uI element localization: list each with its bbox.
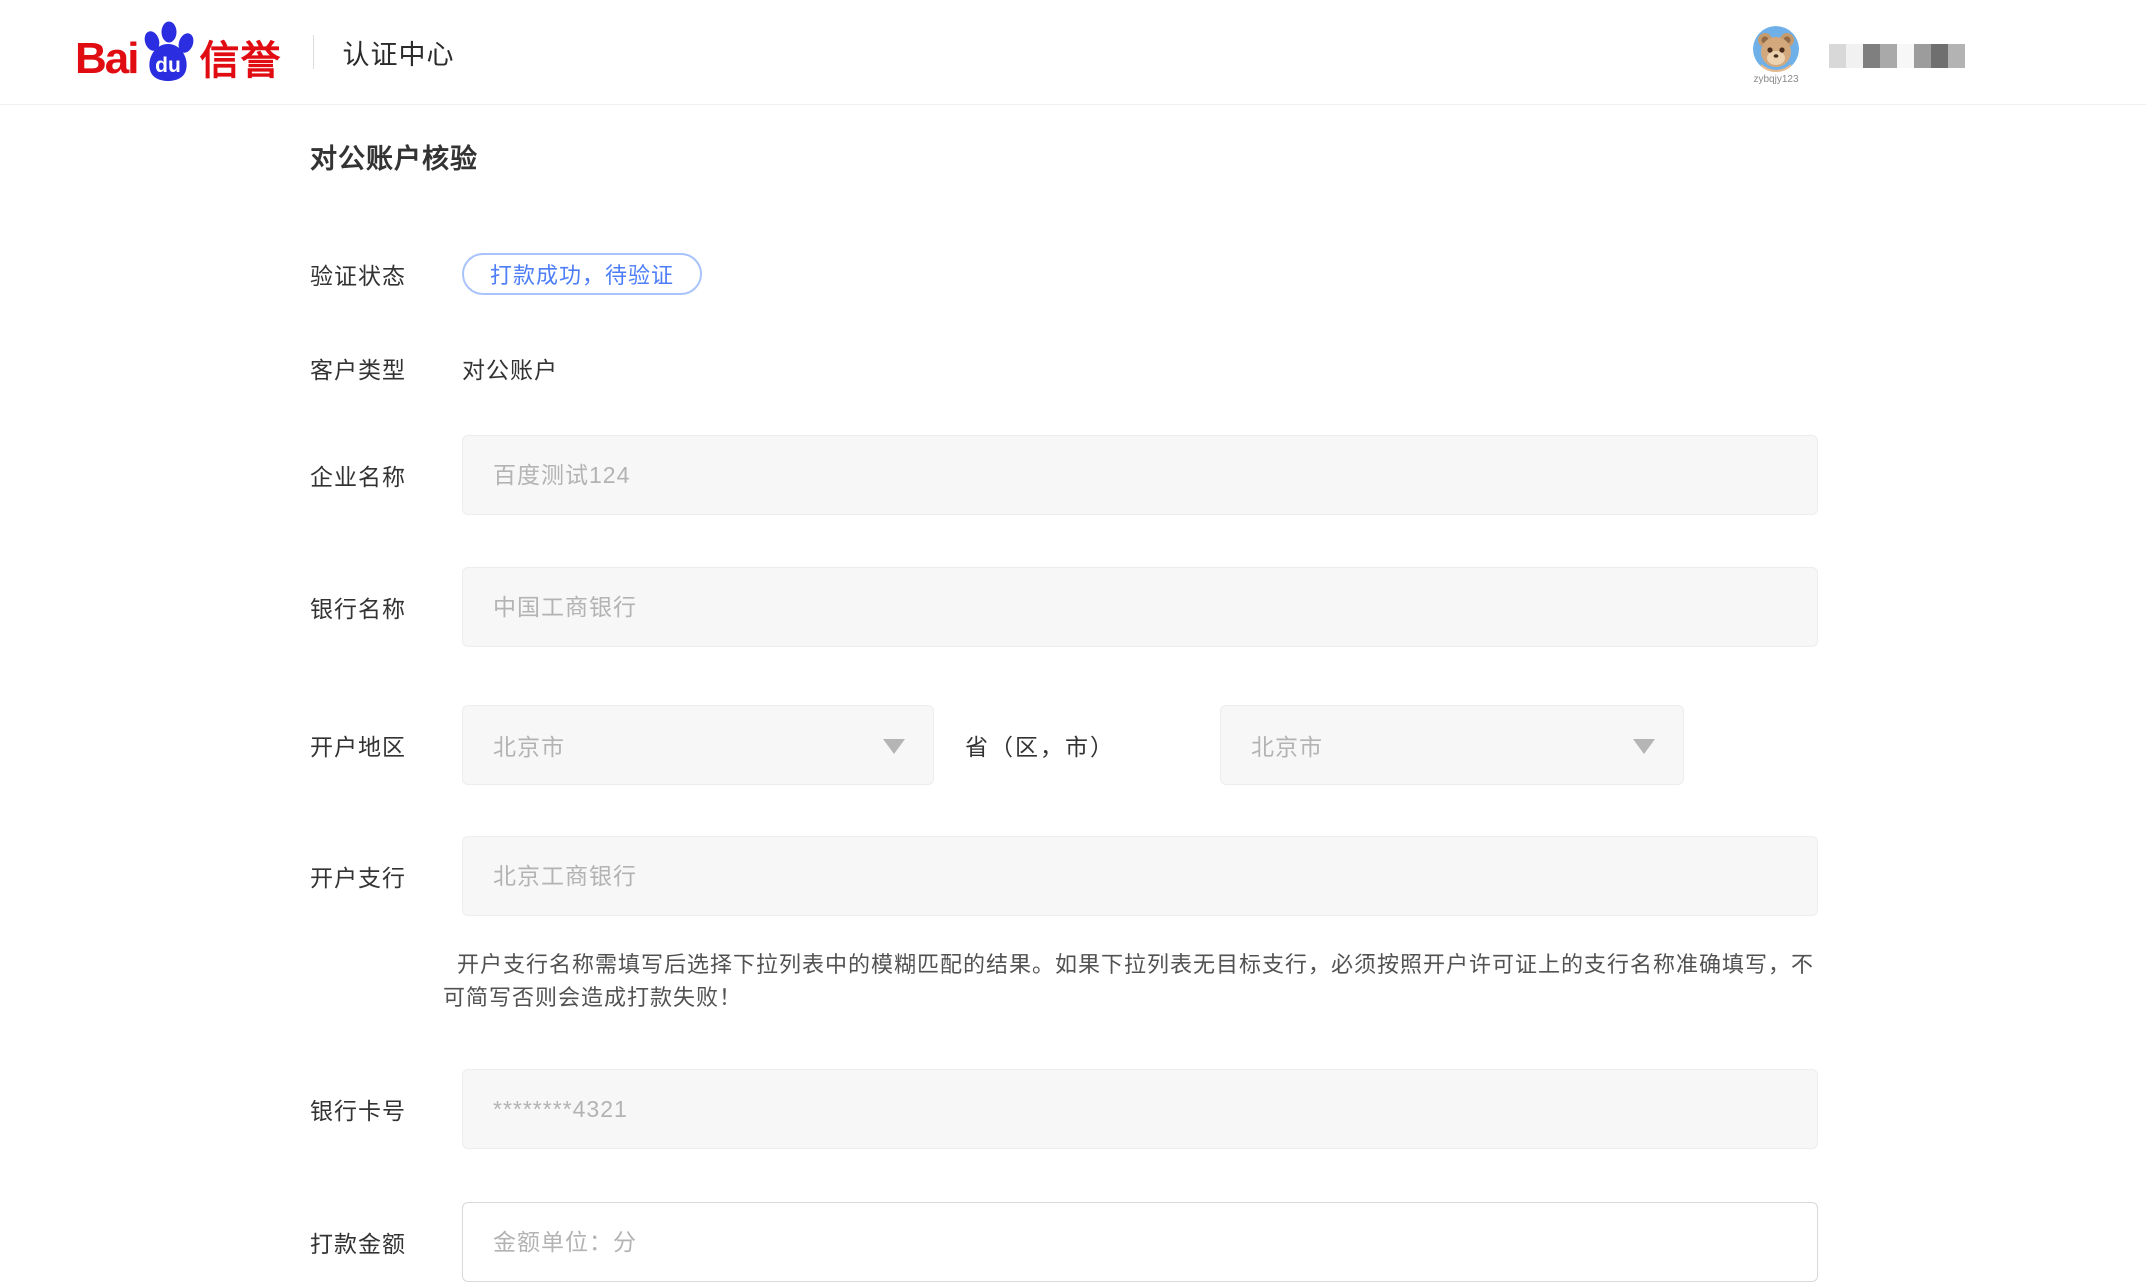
bank-branch-label: 开户支行 bbox=[310, 859, 462, 893]
province-select-value: 北京市 bbox=[493, 728, 565, 762]
svg-text:du: du bbox=[156, 54, 182, 77]
bank-branch-input[interactable] bbox=[462, 836, 1818, 916]
user-block: zybqjy123 bbox=[1753, 26, 1799, 85]
censored-username bbox=[1829, 44, 1965, 68]
province-hint-label: 省（区，市） bbox=[965, 728, 1115, 762]
baidu-xinyu-logo[interactable]: Bai du 信誉 bbox=[75, 20, 281, 85]
header-user-area: zybqjy123 bbox=[1753, 20, 1965, 85]
username-label: zybqjy123 bbox=[1753, 74, 1798, 85]
bank-branch-row: 开户支行 bbox=[310, 836, 2146, 916]
bank-branch-note: 开户支行名称需填写后选择下拉列表中的模糊匹配的结果。如果下拉列表无目标支行，必须… bbox=[443, 948, 1828, 1014]
customer-type-label: 客户类型 bbox=[310, 351, 462, 385]
logo-text-xinyu: 信誉 bbox=[199, 41, 281, 85]
company-name-label: 企业名称 bbox=[310, 458, 462, 492]
logo-text-bai: Bai bbox=[75, 37, 137, 85]
user-avatar[interactable] bbox=[1753, 26, 1799, 72]
page-title: 对公账户核验 bbox=[310, 141, 2146, 177]
chevron-down-icon bbox=[1633, 739, 1655, 754]
transfer-amount-input[interactable] bbox=[462, 1202, 1818, 1282]
transfer-amount-row: 打款金额 bbox=[310, 1202, 2146, 1282]
bank-region-label: 开户地区 bbox=[310, 728, 462, 762]
customer-type-row: 客户类型 对公账户 bbox=[310, 351, 2146, 385]
bank-card-label: 银行卡号 bbox=[310, 1092, 462, 1126]
bank-region-row: 开户地区 北京市 省（区，市） 北京市 bbox=[310, 705, 2146, 785]
baidu-paw-icon: du bbox=[139, 20, 197, 87]
bank-name-row: 银行名称 bbox=[310, 567, 2146, 647]
verify-status-row: 验证状态 打款成功，待验证 bbox=[310, 253, 2146, 295]
status-badge: 打款成功，待验证 bbox=[462, 253, 702, 295]
city-select[interactable]: 北京市 bbox=[1220, 705, 1684, 785]
header-divider bbox=[313, 35, 314, 69]
province-select[interactable]: 北京市 bbox=[462, 705, 934, 785]
bank-card-row: 银行卡号 bbox=[310, 1069, 2146, 1149]
company-name-input[interactable] bbox=[462, 435, 1818, 515]
verify-status-label: 验证状态 bbox=[310, 257, 462, 291]
customer-type-value: 对公账户 bbox=[462, 351, 558, 385]
chevron-down-icon bbox=[883, 739, 905, 754]
transfer-amount-label: 打款金额 bbox=[310, 1225, 462, 1259]
bank-name-label: 银行名称 bbox=[310, 590, 462, 624]
bank-card-input[interactable] bbox=[462, 1069, 1818, 1149]
main-content: 对公账户核验 验证状态 打款成功，待验证 客户类型 对公账户 企业名称 银行名称… bbox=[0, 141, 2146, 1282]
company-name-row: 企业名称 bbox=[310, 435, 2146, 515]
bank-name-input[interactable] bbox=[462, 567, 1818, 647]
city-select-value: 北京市 bbox=[1251, 728, 1323, 762]
header-title: 认证中心 bbox=[342, 33, 454, 72]
top-header: Bai du 信誉 认证中心 bbox=[0, 0, 2146, 105]
